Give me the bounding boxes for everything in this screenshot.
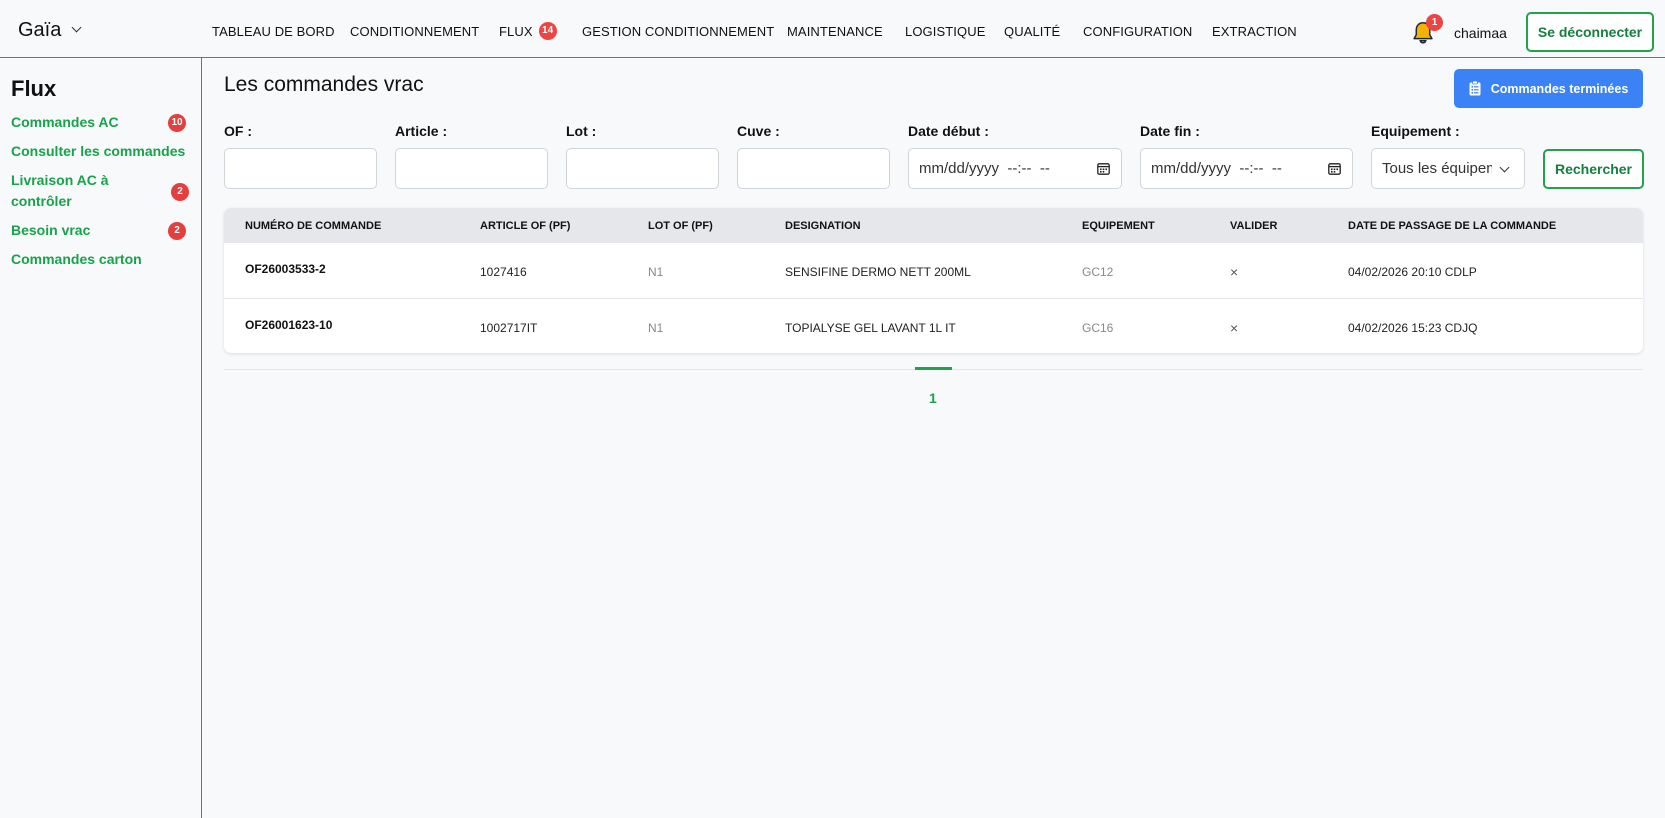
lot-input[interactable] <box>566 148 719 189</box>
sidebar-title: Flux <box>11 76 57 101</box>
notification-badge: 1 <box>1426 14 1443 31</box>
sidebar-item-commandes-carton[interactable]: Commandes carton <box>11 249 186 270</box>
nav-maintenance[interactable]: MAINTENANCE <box>787 24 883 39</box>
cell-equipement: GC16 <box>1082 321 1114 335</box>
nav-flux[interactable]: FLUX 14 <box>499 22 557 41</box>
cell-lot: N1 <box>648 321 664 335</box>
cell-commande: OF26001623-10 <box>245 318 333 332</box>
chevron-down-icon <box>1499 162 1510 173</box>
page-number[interactable]: 1 <box>929 390 937 406</box>
cell-lot: N1 <box>648 265 664 279</box>
nav-flux-label: FLUX <box>499 24 533 39</box>
page-title: Les commandes vrac <box>224 73 424 96</box>
nav-configuration[interactable]: CONFIGURATION <box>1083 24 1192 39</box>
article-label: Article : <box>395 123 448 139</box>
close-icon[interactable]: × <box>1230 320 1238 336</box>
column-header[interactable]: VALIDER <box>1230 220 1277 232</box>
nav-extraction[interactable]: EXTRACTION <box>1212 24 1297 39</box>
username: chaimaa <box>1454 25 1507 41</box>
close-icon[interactable]: × <box>1230 264 1238 280</box>
article-input[interactable] <box>395 148 548 189</box>
equipment-select-value: Tous les équipem <box>1382 160 1492 177</box>
nav-conditionnement[interactable]: CONDITIONNEMENT <box>350 24 479 39</box>
brand-name: Gaïa <box>18 19 62 41</box>
calendar-icon[interactable] <box>1328 162 1341 175</box>
equipment-label: Equipement : <box>1371 123 1460 139</box>
of-label: OF : <box>224 123 252 139</box>
of-input[interactable] <box>224 148 377 189</box>
logout-button[interactable]: Se déconnecter <box>1526 12 1654 52</box>
date-end-placeholder: mm/dd/yyyy --:-- -- <box>1151 160 1282 177</box>
cell-article: 1002717IT <box>480 321 538 335</box>
table-header: NUMÉRO DE COMMANDE ARTICLE OF (PF) LOT O… <box>224 208 1643 243</box>
cuve-input[interactable] <box>737 148 890 189</box>
nav-qualite[interactable]: QUALITÉ <box>1004 24 1060 39</box>
cell-commande: OF26003533-2 <box>245 262 326 276</box>
search-button[interactable]: Rechercher <box>1543 149 1644 189</box>
sidebar-badge: 2 <box>168 222 186 240</box>
sidebar-item-commandes-ac[interactable]: Commandes AC 10 <box>11 112 186 133</box>
nav-logistique[interactable]: LOGISTIQUE <box>905 24 985 39</box>
top-navbar: Gaïa TABLEAU DE BORD CONDITIONNEMENT FLU… <box>0 0 1665 58</box>
pagination-active-indicator <box>915 367 952 370</box>
cell-article: 1027416 <box>480 265 527 279</box>
table-row[interactable]: OF26003533-2 1027416 N1 SENSIFINE DERMO … <box>224 243 1643 298</box>
lot-label: Lot : <box>566 123 597 139</box>
completed-orders-label: Commandes terminées <box>1490 81 1629 96</box>
date-end-label: Date fin : <box>1140 123 1200 139</box>
column-header[interactable]: DESIGNATION <box>785 220 861 232</box>
cell-date: 04/02/2026 15:23 CDJQ <box>1348 321 1478 335</box>
sidebar-item-label: Besoin vrac <box>11 222 91 238</box>
cell-designation: SENSIFINE DERMO NETT 200ML <box>785 265 971 279</box>
sidebar: Flux Commandes AC 10 Consulter les comma… <box>0 58 202 818</box>
nav-flux-badge: 14 <box>538 22 557 41</box>
column-header[interactable]: LOT OF (PF) <box>648 220 713 232</box>
clipboard-icon <box>1469 81 1481 96</box>
column-header[interactable]: DATE DE PASSAGE DE LA COMMANDE <box>1348 220 1556 232</box>
sidebar-item-label: Commandes AC <box>11 114 119 130</box>
date-start-placeholder: mm/dd/yyyy --:-- -- <box>919 160 1050 177</box>
date-start-label: Date début : <box>908 123 989 139</box>
column-header[interactable]: NUMÉRO DE COMMANDE <box>245 220 381 232</box>
date-start-input[interactable]: mm/dd/yyyy --:-- -- <box>908 148 1122 189</box>
chevron-down-icon <box>71 22 82 33</box>
sidebar-item-consulter-commandes[interactable]: Consulter les commandes <box>11 141 186 162</box>
sidebar-item-label: Consulter les commandes <box>11 143 186 159</box>
nav-tableau-de-bord[interactable]: TABLEAU DE BORD <box>212 24 335 39</box>
sidebar-item-label: Commandes carton <box>11 251 142 267</box>
calendar-icon[interactable] <box>1097 162 1110 175</box>
sidebar-badge: 10 <box>168 114 186 132</box>
cell-designation: TOPIALYSE GEL LAVANT 1L IT <box>785 321 956 335</box>
nav-gestion-conditionnement[interactable]: GESTION CONDITIONNEMENT <box>582 24 774 39</box>
sidebar-badge: 2 <box>171 183 189 201</box>
orders-table: NUMÉRO DE COMMANDE ARTICLE OF (PF) LOT O… <box>224 208 1643 353</box>
completed-orders-button[interactable]: Commandes terminées <box>1454 69 1643 108</box>
sidebar-item-label: Livraison AC à contrôler <box>11 172 109 209</box>
sidebar-item-livraison-ac[interactable]: Livraison AC à contrôler <box>11 170 161 212</box>
date-end-input[interactable]: mm/dd/yyyy --:-- -- <box>1140 148 1353 189</box>
column-header[interactable]: EQUIPEMENT <box>1082 220 1155 232</box>
table-row[interactable]: OF26001623-10 1002717IT N1 TOPIALYSE GEL… <box>224 298 1643 353</box>
cuve-label: Cuve : <box>737 123 780 139</box>
column-header[interactable]: ARTICLE OF (PF) <box>480 220 570 232</box>
cell-date: 04/02/2026 20:10 CDLP <box>1348 265 1477 279</box>
cell-equipement: GC12 <box>1082 265 1114 279</box>
sidebar-item-besoin-vrac[interactable]: Besoin vrac 2 <box>11 220 186 241</box>
brand-menu[interactable]: Gaïa <box>18 19 82 42</box>
equipment-select[interactable]: Tous les équipem <box>1371 148 1525 189</box>
